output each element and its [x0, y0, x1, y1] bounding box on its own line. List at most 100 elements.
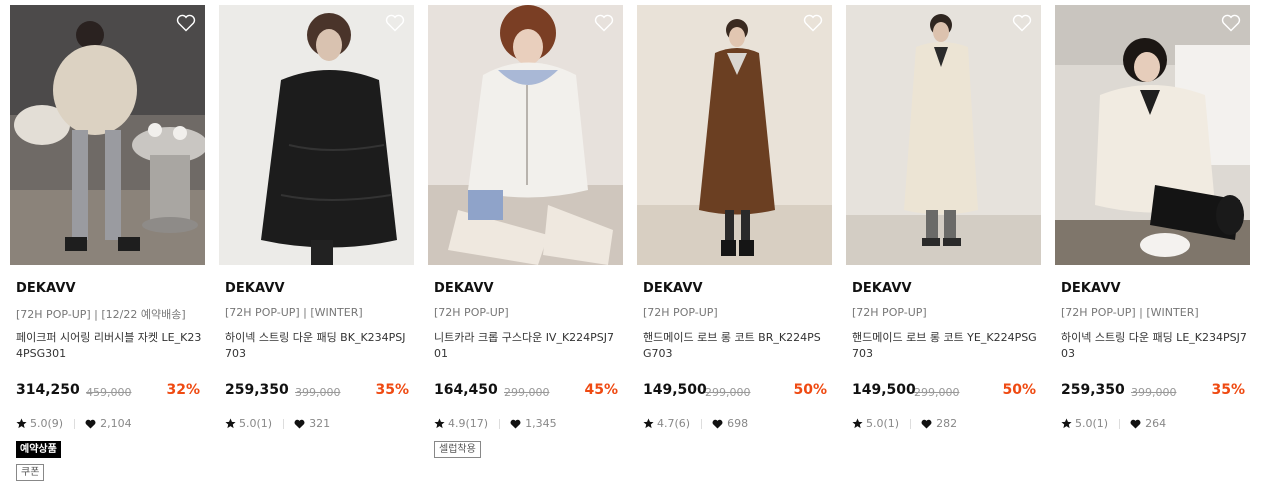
discount-rate: 50%	[1002, 382, 1036, 398]
original-price: 299,000	[705, 386, 751, 399]
divider	[1119, 418, 1121, 429]
heart-filled-icon	[712, 419, 723, 429]
heart-filled-icon	[294, 419, 305, 429]
original-price: 399,000	[1131, 386, 1177, 399]
photo-fur-jacket	[10, 5, 205, 265]
product-name[interactable]: 하이넥 스트링 다운 패딩 LE_K234PSJ703	[1061, 330, 1247, 364]
wishlist-heart-icon[interactable]	[1221, 14, 1241, 32]
star-icon	[1061, 418, 1072, 429]
discount-rate: 50%	[793, 382, 827, 398]
product-card[interactable]: DEKAVV [72H POP-UP] | [12/22 예약배송] 페이크퍼 …	[10, 5, 205, 495]
like-count: 321	[309, 417, 331, 430]
like-count: 2,104	[100, 417, 132, 430]
discount-rate: 32%	[166, 382, 200, 398]
sale-price: 259,350	[225, 382, 289, 398]
product-card[interactable]: DEKAVV [72H POP-UP] 핸드메이드 로브 롱 코트 YE_K22…	[846, 5, 1041, 495]
brand-name[interactable]: DEKAVV	[1061, 281, 1121, 296]
wishlist-heart-icon[interactable]	[803, 14, 823, 32]
wishlist-heart-icon[interactable]	[594, 14, 614, 32]
sale-price: 164,450	[434, 382, 498, 398]
product-card[interactable]: DEKAVV [72H POP-UP] | [WINTER] 하이넥 스트링 다…	[219, 5, 414, 495]
rating-value: 5.0(9)	[30, 417, 64, 430]
product-card[interactable]: DEKAVV [72H POP-UP] | [WINTER] 하이넥 스트링 다…	[1055, 5, 1250, 495]
product-image[interactable]	[10, 5, 205, 265]
wishlist-heart-icon[interactable]	[1012, 14, 1032, 32]
divider	[701, 418, 703, 429]
celeb-worn-badge: 셀럽착용	[434, 441, 481, 458]
brand-name[interactable]: DEKAVV	[852, 281, 912, 296]
rating-value: 4.7(6)	[657, 417, 691, 430]
divider	[74, 418, 76, 429]
divider	[499, 418, 501, 429]
product-card[interactable]: DEKAVV [72H POP-UP] 핸드메이드 로브 롱 코트 BR_K22…	[637, 5, 832, 495]
heart-filled-icon	[85, 419, 96, 429]
star-icon	[16, 418, 27, 429]
star-icon	[225, 418, 236, 429]
product-name[interactable]: 핸드메이드 로브 롱 코트 BR_K224PSG703	[643, 330, 829, 364]
rating-value: 5.0(1)	[239, 417, 273, 430]
rating-row: 5.0(1) 321	[225, 417, 330, 430]
product-image[interactable]	[637, 5, 832, 265]
product-tags: [72H POP-UP] | [WINTER]	[1061, 306, 1199, 319]
rating-row: 5.0(1) 264	[1061, 417, 1166, 430]
product-tags: [72H POP-UP] | [12/22 예약배송]	[16, 308, 186, 321]
product-tags: [72H POP-UP]	[434, 306, 509, 319]
product-name[interactable]: 하이넥 스트링 다운 패딩 BK_K234PSJ703	[225, 330, 411, 364]
product-image[interactable]	[219, 5, 414, 265]
product-tags: [72H POP-UP] | [WINTER]	[225, 306, 363, 319]
original-price: 399,000	[295, 386, 341, 399]
brand-name[interactable]: DEKAVV	[434, 281, 494, 296]
divider	[910, 418, 912, 429]
wishlist-heart-icon[interactable]	[385, 14, 405, 32]
sale-price: 149,500	[643, 382, 707, 398]
original-price: 459,000	[86, 386, 132, 399]
product-image[interactable]	[846, 5, 1041, 265]
product-tags: [72H POP-UP]	[852, 306, 927, 319]
rating-row: 5.0(1) 282	[852, 417, 957, 430]
heart-filled-icon	[921, 419, 932, 429]
brand-name[interactable]: DEKAVV	[225, 281, 285, 296]
sale-price: 314,250	[16, 382, 80, 398]
rating-value: 5.0(1)	[866, 417, 900, 430]
rating-row: 5.0(9) 2,104	[16, 417, 132, 430]
discount-rate: 35%	[375, 382, 409, 398]
product-card[interactable]: DEKAVV [72H POP-UP] 니트카라 크롭 구스다운 IV_K224…	[428, 5, 623, 495]
star-icon	[434, 418, 445, 429]
sale-price: 259,350	[1061, 382, 1125, 398]
star-icon	[852, 418, 863, 429]
discount-rate: 35%	[1211, 382, 1245, 398]
like-count: 264	[1145, 417, 1167, 430]
preorder-badge: 예약상품	[16, 441, 61, 458]
product-name[interactable]: 핸드메이드 로브 롱 코트 YE_K224PSG703	[852, 330, 1038, 364]
like-count: 1,345	[525, 417, 557, 430]
photo-cream-padding	[1055, 5, 1250, 265]
heart-filled-icon	[1130, 419, 1141, 429]
sale-price: 149,500	[852, 382, 916, 398]
product-image[interactable]	[1055, 5, 1250, 265]
photo-cream-coat	[846, 5, 1041, 265]
original-price: 299,000	[504, 386, 550, 399]
divider	[283, 418, 285, 429]
product-name[interactable]: 페이크퍼 시어링 리버시블 자켓 LE_K234PSG301	[16, 330, 202, 364]
heart-filled-icon	[510, 419, 521, 429]
rating-value: 5.0(1)	[1075, 417, 1109, 430]
rating-row: 4.7(6) 698	[643, 417, 748, 430]
star-icon	[643, 418, 654, 429]
coupon-badge: 쿠폰	[16, 464, 45, 481]
product-name[interactable]: 니트카라 크롭 구스다운 IV_K224PSJ701	[434, 330, 620, 364]
brand-name[interactable]: DEKAVV	[16, 281, 76, 296]
wishlist-heart-icon[interactable]	[176, 14, 196, 32]
original-price: 299,000	[914, 386, 960, 399]
rating-value: 4.9(17)	[448, 417, 489, 430]
photo-black-padding	[219, 5, 414, 265]
discount-rate: 45%	[584, 382, 618, 398]
brand-name[interactable]: DEKAVV	[643, 281, 703, 296]
photo-brown-coat	[637, 5, 832, 265]
photo-ivory-down	[428, 5, 623, 265]
product-grid: DEKAVV [72H POP-UP] | [12/22 예약배송] 페이크퍼 …	[10, 5, 1255, 495]
product-image[interactable]	[428, 5, 623, 265]
product-tags: [72H POP-UP]	[643, 306, 718, 319]
like-count: 282	[936, 417, 958, 430]
rating-row: 4.9(17) 1,345	[434, 417, 557, 430]
like-count: 698	[727, 417, 749, 430]
